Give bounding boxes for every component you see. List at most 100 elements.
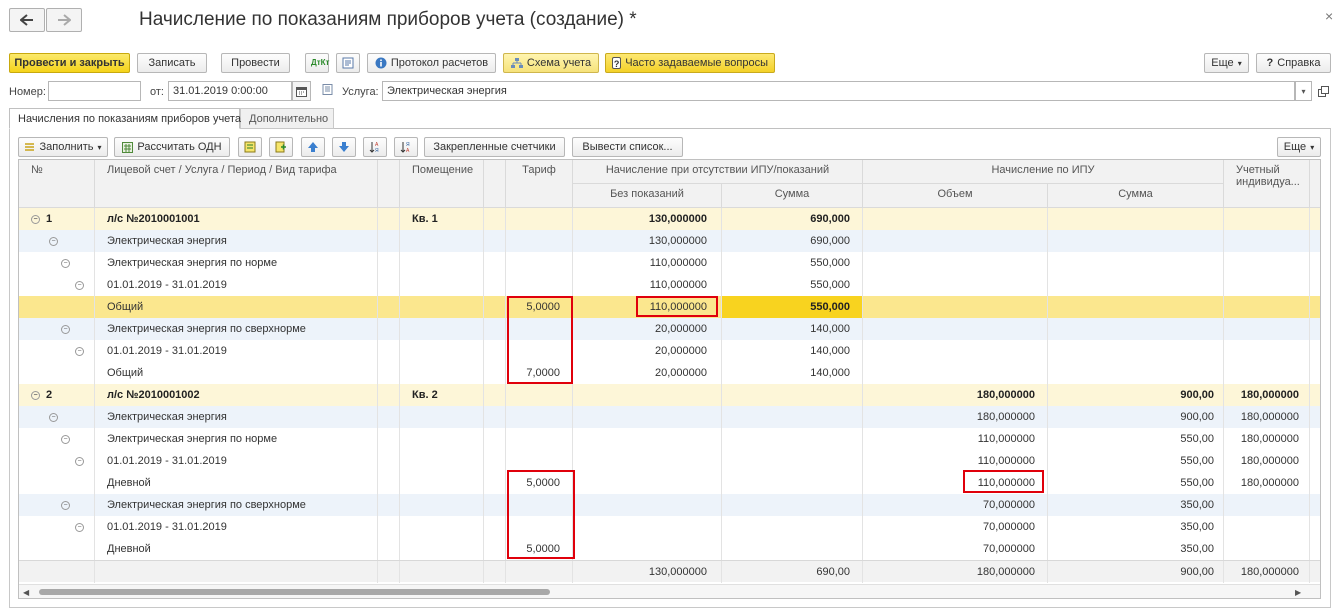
collapse-icon[interactable]: − xyxy=(75,280,84,290)
cell-no-sum: 690,000 xyxy=(722,230,863,252)
col-tariff-header[interactable]: Тариф xyxy=(506,160,573,208)
service-field[interactable]: Электрическая энергия xyxy=(382,81,1295,101)
cell-ipu-sum: 550,00 xyxy=(1048,472,1224,494)
scroll-right-icon[interactable]: ▶ xyxy=(1295,588,1301,597)
cell-premises xyxy=(400,318,484,340)
protocol-button[interactable]: Протокол расчетов xyxy=(367,53,496,73)
account-row[interactable]: −2 л/с №2010001002 Кв. 2 180,000000 900,00 18… xyxy=(19,384,1320,406)
cell-no-vol xyxy=(573,406,722,428)
collapse-icon[interactable]: − xyxy=(61,258,70,268)
cell-name: Электрическая энергия xyxy=(95,406,378,428)
table-row[interactable]: − Электрическая энергия 180,000000 900,00 18… xyxy=(19,406,1320,428)
scheme-button[interactable]: Схема учета xyxy=(503,53,599,73)
scroll-left-icon[interactable]: ◀ xyxy=(23,588,29,597)
scrollbar-thumb[interactable] xyxy=(39,589,550,595)
caret-down-icon: ▾ xyxy=(1237,58,1242,68)
collapse-icon[interactable]: − xyxy=(61,500,70,510)
output-list-button[interactable]: Вывести список... xyxy=(572,137,683,157)
cell-ind xyxy=(1224,538,1310,560)
more-button[interactable]: Еще ▾ xyxy=(1204,53,1249,73)
table-row[interactable]: − Электрическая энергия по норме 110,00000… xyxy=(19,252,1320,274)
save-button[interactable]: Записать xyxy=(137,53,207,73)
collapse-icon[interactable]: − xyxy=(75,456,84,466)
collapse-icon[interactable]: − xyxy=(49,412,58,422)
cell-ipu-sum: 350,00 xyxy=(1048,516,1224,538)
cell-ind xyxy=(1224,208,1310,230)
collapse-icon[interactable]: − xyxy=(31,390,40,400)
sort-asc-button[interactable]: АЯ xyxy=(363,137,387,157)
cell-no-sum: 140,000 xyxy=(722,318,863,340)
table-row[interactable]: − Электрическая энергия по норме 110,00000… xyxy=(19,428,1320,450)
table-row[interactable]: Дневной 5,0000 70,000000 350,00 xyxy=(19,538,1320,560)
horizontal-scrollbar[interactable]: ◀ ▶ xyxy=(19,584,1320,598)
col-no-readings-header[interactable]: Без показаний xyxy=(573,184,722,208)
svg-text:А: А xyxy=(406,148,410,153)
copy-row-button[interactable] xyxy=(269,137,293,157)
date-field[interactable]: 31.01.2019 0:00:00 xyxy=(168,81,292,101)
post-and-close-button[interactable]: Провести и закрыть xyxy=(9,53,130,73)
caret-down-icon: ▾ xyxy=(97,142,102,152)
help-button[interactable]: ? Справка xyxy=(1256,53,1331,73)
col-sum2-header[interactable]: Сумма xyxy=(1048,184,1224,208)
table-row[interactable]: − 01.01.2019 - 31.01.2019 110,000000 550,00… xyxy=(19,274,1320,296)
calendar-button[interactable] xyxy=(292,81,311,101)
forward-button[interactable] xyxy=(46,8,82,32)
table-row[interactable]: − Электрическая энергия по сверхнорме 70,0… xyxy=(19,494,1320,516)
service-dropdown-button[interactable]: ▾ xyxy=(1295,81,1312,101)
col-premises-header[interactable]: Помещение xyxy=(400,160,484,208)
collapse-icon[interactable]: − xyxy=(49,236,58,246)
tab-meter-charges[interactable]: Начисления по показаниям приборов учета xyxy=(9,108,241,129)
cell-ind: 180,000000 xyxy=(1224,428,1310,450)
table-row[interactable]: Дневной 5,0000 110,000000 550,00 180,000000 xyxy=(19,472,1320,494)
move-down-button[interactable] xyxy=(332,137,356,157)
report-button[interactable] xyxy=(336,53,360,73)
col-account-header[interactable]: Лицевой счет / Услуга / Период / Вид тар… xyxy=(95,160,378,208)
table-row[interactable]: − 01.01.2019 - 31.01.2019 20,000000 140,000 xyxy=(19,340,1320,362)
cell-spacer xyxy=(378,318,400,340)
fill-button[interactable]: Заполнить ▾ xyxy=(18,137,108,157)
charges-table[interactable]: № Лицевой счет / Услуга / Период / Вид т… xyxy=(18,159,1321,599)
document-icon[interactable] xyxy=(322,84,333,98)
tab-additional[interactable]: Дополнительно xyxy=(240,108,334,129)
col-individual-header[interactable]: Учетный индивидуа... xyxy=(1224,160,1310,208)
dt-kt-button[interactable]: ДтКт xyxy=(305,53,329,73)
fixed-meters-button[interactable]: Закрепленные счетчики xyxy=(424,137,565,157)
collapse-icon[interactable]: − xyxy=(61,434,70,444)
cell-ipu-vol: 70,000000 xyxy=(863,516,1048,538)
collapse-icon[interactable]: − xyxy=(61,324,70,334)
collapse-icon[interactable]: − xyxy=(75,522,84,532)
cell-ipu-vol xyxy=(863,208,1048,230)
faq-button[interactable]: ? Часто задаваемые вопросы xyxy=(605,53,775,73)
cell-no-vol xyxy=(573,472,722,494)
cell-spacer xyxy=(378,252,400,274)
help-icon: ? xyxy=(1266,57,1274,69)
open-link-button[interactable] xyxy=(1316,84,1330,98)
collapse-icon[interactable]: − xyxy=(31,214,40,224)
collapse-icon[interactable]: − xyxy=(75,346,84,356)
cell-ipu-vol xyxy=(863,230,1048,252)
calc-odn-button[interactable]: Рассчитать ОДН xyxy=(114,137,230,157)
number-field[interactable] xyxy=(48,81,141,101)
back-button[interactable] xyxy=(9,8,45,32)
col-volume-header[interactable]: Объем xyxy=(863,184,1048,208)
post-button[interactable]: Провести xyxy=(221,53,290,73)
add-row-button[interactable] xyxy=(238,137,262,157)
help-label: Справка xyxy=(1277,57,1321,69)
table-row[interactable]: − 01.01.2019 - 31.01.2019 110,000000 550,00… xyxy=(19,450,1320,472)
table-row[interactable]: − 01.01.2019 - 31.01.2019 70,000000 350,00 xyxy=(19,516,1320,538)
col-num-header[interactable]: № xyxy=(19,160,95,208)
protocol-label: Протокол расчетов xyxy=(390,57,489,69)
table-row[interactable]: − Электрическая энергия по сверхнорме 20,0… xyxy=(19,318,1320,340)
close-icon[interactable]: × xyxy=(1325,8,1333,24)
table-row[interactable]: Общий 7,0000 20,000000 140,000 xyxy=(19,362,1320,384)
cell-premises xyxy=(400,538,484,560)
account-row[interactable]: −1 л/с №2010001001 Кв. 1 130,000000 690,000 xyxy=(19,208,1320,230)
table-more-button[interactable]: Еще ▾ xyxy=(1277,137,1321,157)
sort-desc-button[interactable]: ЯА xyxy=(394,137,418,157)
move-up-button[interactable] xyxy=(301,137,325,157)
table-row[interactable]: − Электрическая энергия 130,000000 690,000 xyxy=(19,230,1320,252)
cell-tariff xyxy=(506,450,573,472)
col-sum-header[interactable]: Сумма xyxy=(722,184,863,208)
cell-spacer xyxy=(378,450,400,472)
cell-num: − xyxy=(19,318,95,340)
